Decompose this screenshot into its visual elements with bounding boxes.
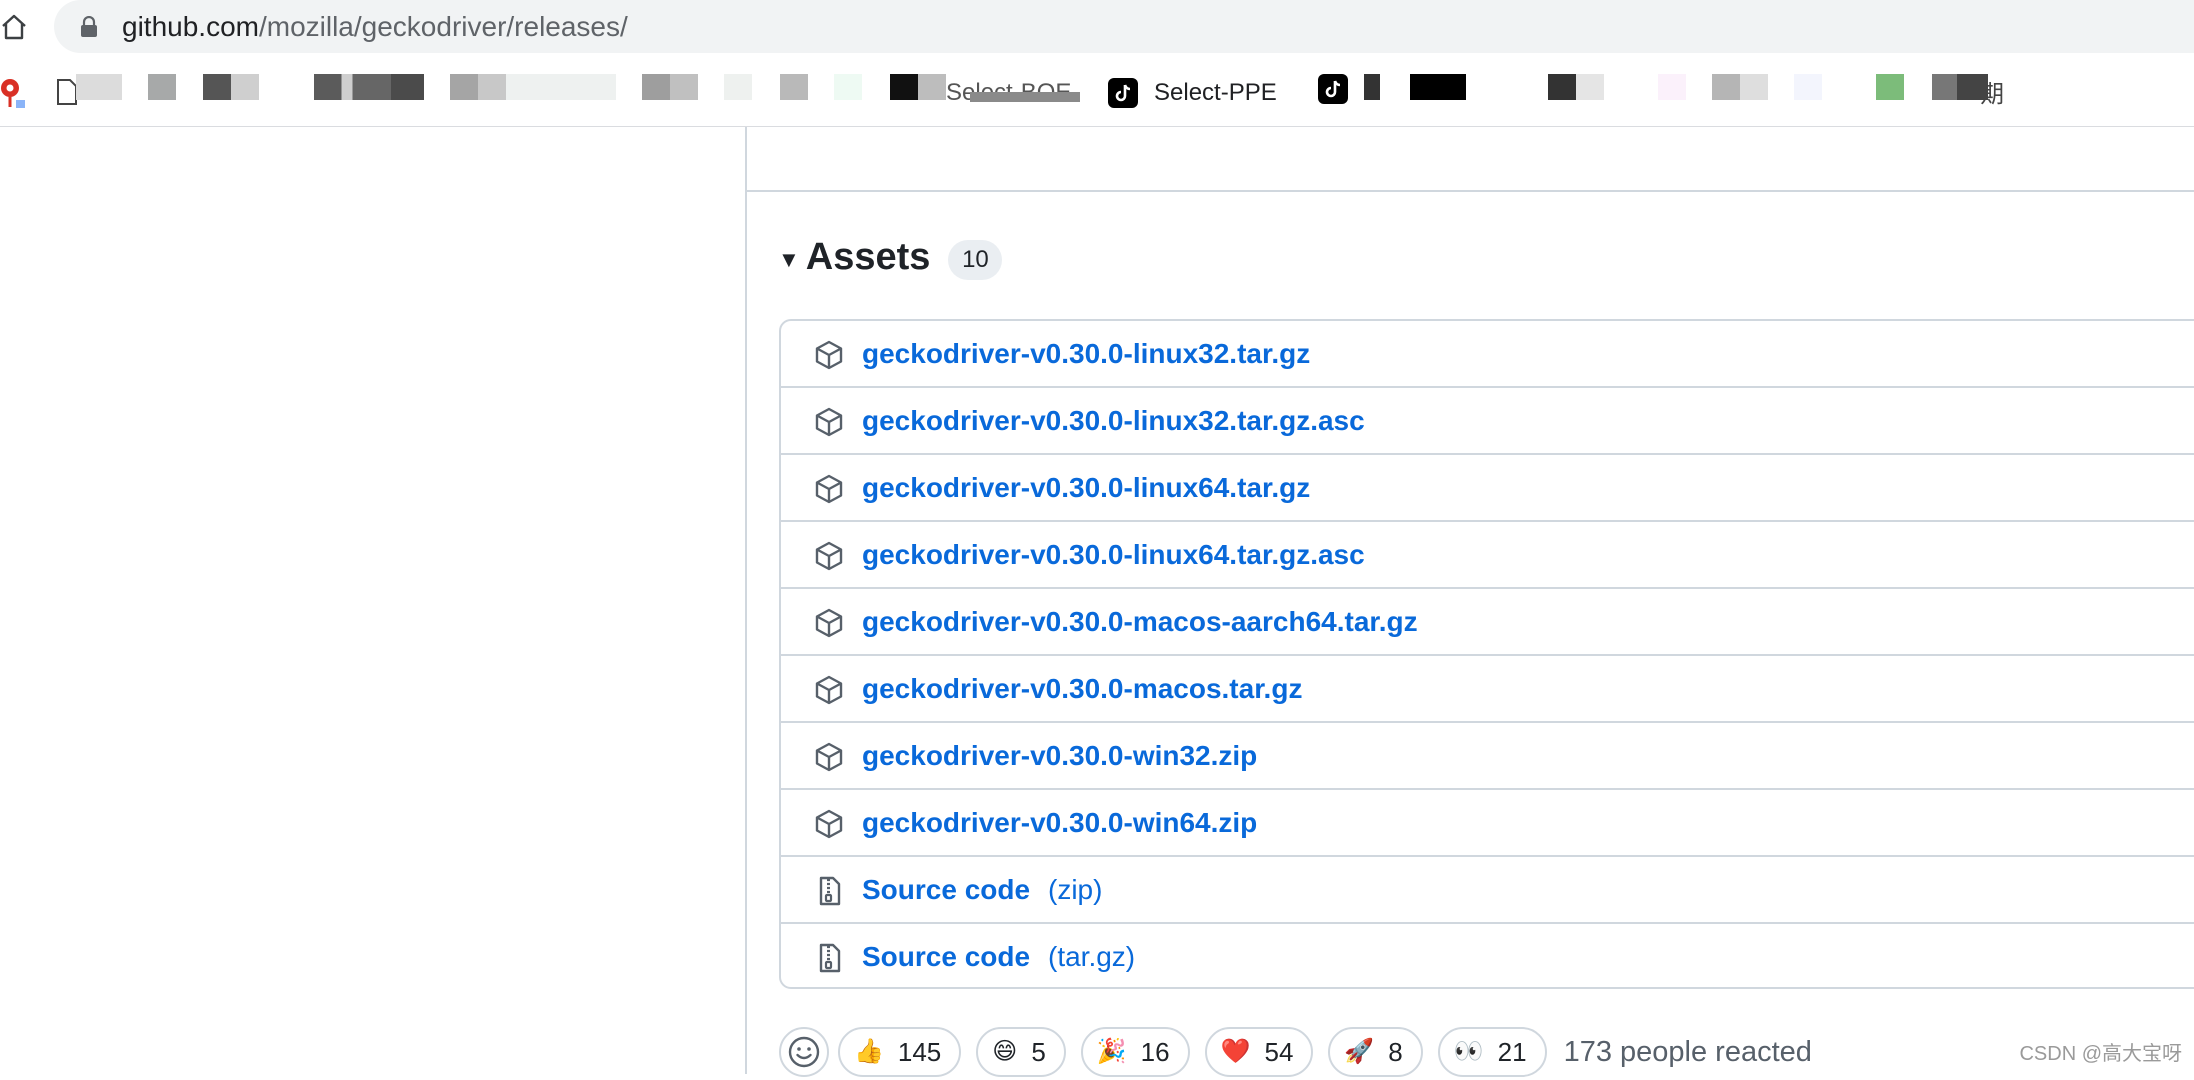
asset-download-link[interactable]: geckodriver-v0.30.0-linux32.tar.gz.asc — [862, 404, 1365, 438]
thumbs-up-icon: 👍 — [854, 1038, 884, 1065]
add-reaction-button[interactable] — [779, 1027, 829, 1077]
asset-format-label[interactable]: (zip) — [1048, 873, 1102, 907]
assets-count-badge: 10 — [948, 240, 1003, 280]
asset-download-link[interactable]: geckodriver-v0.30.0-linux64.tar.gz — [862, 471, 1310, 505]
reaction-count: 21 — [1497, 1036, 1527, 1067]
reactions-summary: 173 people reacted — [1563, 1035, 1812, 1068]
redacted-bookmark[interactable] — [1658, 74, 1686, 100]
package-icon — [813, 741, 845, 773]
redacted-bookmark[interactable] — [834, 74, 862, 100]
redacted-bookmark[interactable] — [642, 74, 698, 100]
assets-list: geckodriver-v0.30.0-linux32.tar.gz geckod… — [779, 319, 2194, 989]
asset-download-link[interactable]: Source code — [862, 873, 1030, 907]
package-icon — [813, 540, 845, 572]
asset-row: geckodriver-v0.30.0-linux64.tar.gz.asc — [781, 522, 2194, 589]
layout-divider — [745, 127, 747, 1074]
reaction-count: 145 — [897, 1036, 942, 1067]
reaction-button[interactable]: 🚀 8 — [1328, 1027, 1423, 1077]
asset-row: geckodriver-v0.30.0-linux32.tar.gz.asc — [781, 388, 2194, 455]
package-icon — [813, 339, 845, 371]
map-pin-icon[interactable] — [0, 76, 26, 110]
asset-download-link[interactable]: Source code — [862, 940, 1030, 974]
reaction-button[interactable]: 😄 5 — [976, 1027, 1066, 1077]
browser-toolbar: github.com/mozilla/geckodriver/releases/ — [0, 0, 2194, 54]
heart-icon: ❤️ — [1220, 1038, 1251, 1065]
reaction-button[interactable]: 🎉 16 — [1080, 1027, 1190, 1077]
reaction-button[interactable]: ❤️ 54 — [1204, 1027, 1314, 1077]
redacted-bookmark[interactable] — [148, 74, 176, 100]
triangle-down-icon: ▼ — [778, 247, 800, 272]
asset-download-link[interactable]: geckodriver-v0.30.0-macos-aarch64.tar.gz — [862, 605, 1418, 639]
reactions-bar: 👍 145 😄 5 🎉 16 ❤️ 54 🚀 8 👀 21 173 people reacted — [779, 1024, 1812, 1080]
asset-row: Source code (tar.gz) — [781, 924, 2194, 991]
reaction-count: 8 — [1388, 1036, 1403, 1067]
reaction-button[interactable]: 👍 145 — [838, 1027, 962, 1077]
redacted-bookmark[interactable] — [203, 74, 231, 100]
rocket-icon: 🚀 — [1344, 1038, 1375, 1065]
asset-row: geckodriver-v0.30.0-linux32.tar.gz — [781, 321, 2194, 388]
package-icon — [813, 406, 845, 438]
bookmarks-bar: Select-BOE Select-PPE 期 — [0, 60, 2194, 127]
url-host: github.com — [122, 11, 259, 42]
assets-title: Assets — [805, 235, 931, 278]
bookmark-label: Select-PPE — [1154, 79, 1277, 106]
redacted-bookmark[interactable] — [890, 74, 918, 100]
file-zip-icon — [813, 875, 845, 907]
asset-download-link[interactable]: geckodriver-v0.30.0-win32.zip — [862, 739, 1257, 773]
document-icon[interactable] — [56, 78, 78, 106]
bookmark-partial-label[interactable]: 期 — [1980, 74, 2004, 109]
asset-row: geckodriver-v0.30.0-win32.zip — [781, 723, 2194, 790]
url-text[interactable]: github.com/mozilla/geckodriver/releases/ — [122, 10, 628, 44]
redacted-bookmark[interactable] — [1794, 74, 1822, 100]
redacted-bookmark[interactable] — [1576, 74, 1604, 100]
package-icon — [813, 674, 845, 706]
asset-download-link[interactable]: geckodriver-v0.30.0-linux64.tar.gz.asc — [862, 538, 1365, 572]
home-icon[interactable] — [0, 12, 30, 42]
reaction-count: 16 — [1140, 1036, 1170, 1067]
section-divider — [747, 190, 2194, 192]
redacted-bookmark[interactable] — [724, 74, 752, 100]
asset-download-link[interactable]: geckodriver-v0.30.0-macos.tar.gz — [862, 672, 1302, 706]
redacted-bookmark[interactable] — [1364, 74, 1380, 100]
redacted-bookmark[interactable] — [1712, 74, 1768, 100]
reaction-count: 5 — [1031, 1036, 1046, 1067]
asset-format-label[interactable]: (tar.gz) — [1048, 940, 1135, 974]
package-icon — [813, 473, 845, 505]
lock-icon[interactable] — [80, 16, 98, 38]
tiktok-icon — [1108, 78, 1138, 108]
redacted-bookmark — [970, 92, 1080, 102]
asset-row: geckodriver-v0.30.0-macos-aarch64.tar.gz — [781, 589, 2194, 656]
asset-row: geckodriver-v0.30.0-win64.zip — [781, 790, 2194, 857]
assets-summary-toggle[interactable]: ▼ Assets 10 — [778, 232, 1003, 282]
smiley-icon — [788, 1036, 820, 1068]
redacted-bookmark[interactable] — [314, 74, 424, 100]
redacted-bookmark[interactable] — [780, 74, 808, 100]
redacted-bookmark[interactable] — [1548, 74, 1576, 100]
file-zip-icon — [813, 942, 845, 974]
eyes-icon: 👀 — [1453, 1038, 1484, 1065]
tiktok-icon[interactable] — [1318, 74, 1348, 104]
package-icon — [813, 607, 845, 639]
asset-download-link[interactable]: geckodriver-v0.30.0-linux32.tar.gz — [862, 337, 1310, 371]
redacted-bookmark[interactable] — [76, 74, 122, 100]
asset-row: geckodriver-v0.30.0-macos.tar.gz — [781, 656, 2194, 723]
redacted-bookmark[interactable] — [506, 74, 616, 100]
hooray-icon: 🎉 — [1096, 1038, 1127, 1065]
bookmark-select-ppe[interactable]: Select-PPE — [1108, 73, 1277, 113]
reaction-button[interactable]: 👀 21 — [1437, 1027, 1547, 1077]
laugh-icon: 😄 — [992, 1038, 1018, 1065]
redacted-bookmark[interactable] — [918, 74, 946, 100]
package-icon — [813, 808, 845, 840]
redacted-bookmark[interactable] — [231, 74, 259, 100]
redacted-bookmark[interactable] — [1876, 74, 1904, 100]
url-path: /mozilla/geckodriver/releases/ — [258, 11, 628, 42]
watermark: CSDN @高大宝呀 — [2019, 1043, 2182, 1065]
redacted-bookmark[interactable] — [450, 74, 506, 100]
reaction-count: 54 — [1264, 1036, 1294, 1067]
asset-download-link[interactable]: geckodriver-v0.30.0-win64.zip — [862, 806, 1257, 840]
asset-row: geckodriver-v0.30.0-linux64.tar.gz — [781, 455, 2194, 522]
asset-row: Source code (zip) — [781, 857, 2194, 924]
redacted-bookmark[interactable] — [1410, 74, 1466, 100]
